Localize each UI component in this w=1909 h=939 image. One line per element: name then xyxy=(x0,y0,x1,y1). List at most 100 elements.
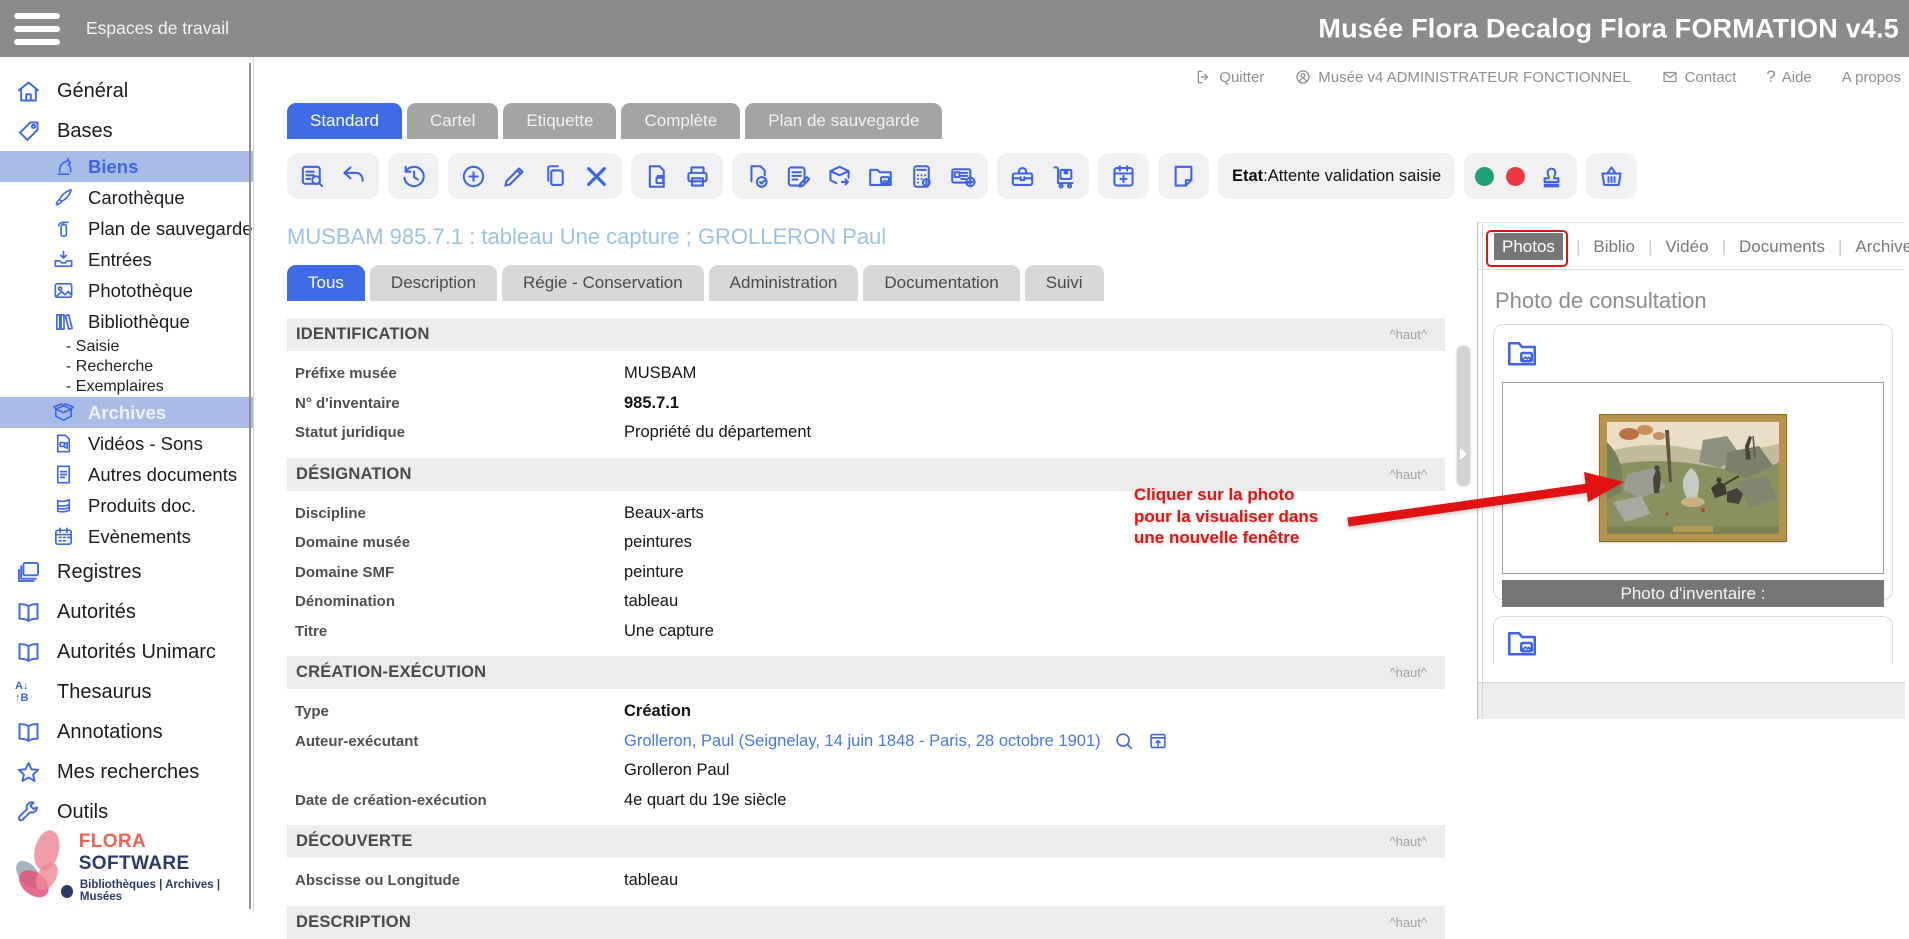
user-link-aide[interactable]: ?Aide xyxy=(1766,67,1812,87)
sidebar-item-exemplaires[interactable]: - Exemplaires xyxy=(0,377,253,397)
view-tab-standard[interactable]: Standard xyxy=(287,103,402,139)
workspace-label[interactable]: Espaces de travail xyxy=(86,18,229,39)
sidebar-item-recherche[interactable]: - Recherche xyxy=(0,357,253,377)
media-tab-documents[interactable]: Documents xyxy=(1739,237,1825,257)
folder-media-icon[interactable] xyxy=(866,162,895,191)
sidebar-item-entr-es[interactable]: Entrées xyxy=(0,244,253,275)
note-icon[interactable] xyxy=(1169,162,1198,191)
search-icon[interactable] xyxy=(1113,730,1135,752)
record-tab-administration[interactable]: Administration xyxy=(709,265,859,301)
sidebar-item-phototh-que[interactable]: Photothèque xyxy=(0,275,253,306)
list-edit-icon[interactable] xyxy=(784,162,813,191)
folder-image-icon[interactable] xyxy=(1504,625,1540,661)
section-identification: IDENTIFICATION^haut^Préfixe muséeMUSBAMN… xyxy=(287,318,1445,458)
sidebar-item-autres-documents[interactable]: Autres documents xyxy=(0,459,253,490)
sidebar-item-bases[interactable]: Bases xyxy=(0,111,253,151)
box-transfer-icon[interactable] xyxy=(825,162,854,191)
toolbar-group xyxy=(631,153,723,199)
record-tab-tous[interactable]: Tous xyxy=(287,265,365,301)
open-window-icon[interactable] xyxy=(1147,730,1169,752)
view-tab-etiquette[interactable]: Etiquette xyxy=(503,103,616,139)
edit-icon[interactable] xyxy=(500,162,529,191)
authority-link[interactable]: Grolleron, Paul (Seignelay, 14 juin 1848… xyxy=(624,732,1101,751)
record-search-icon[interactable] xyxy=(298,162,327,191)
view-tab-plan-de-sauvegarde[interactable]: Plan de sauvegarde xyxy=(745,103,942,139)
field-label: N° d'inventaire xyxy=(287,395,624,412)
file-print-icon[interactable] xyxy=(642,162,671,191)
sidebar-item-autorit-s-unimarc[interactable]: Autorités Unimarc xyxy=(0,632,253,672)
undo-icon[interactable] xyxy=(339,162,368,191)
view-tab-cartel[interactable]: Cartel xyxy=(407,103,498,139)
sidebar-item-autorit-s[interactable]: Autorités xyxy=(0,592,253,632)
sidebar-item-biens[interactable]: Biens xyxy=(0,151,253,182)
media-tab-photos[interactable]: Photos xyxy=(1494,233,1563,260)
card-add-icon[interactable] xyxy=(948,162,977,191)
sidebar-item-label: Autorités xyxy=(57,601,136,624)
back-to-top-link[interactable]: ^haut^ xyxy=(1389,915,1427,930)
sidebar-item-mes-recherches[interactable]: Mes recherches xyxy=(0,752,253,792)
sidebar-item-biblioth-que[interactable]: Bibliothèque xyxy=(0,306,253,337)
field-row: Statut juridiquePropriété du département xyxy=(287,418,1445,448)
add-record-icon[interactable] xyxy=(459,162,488,191)
sidebar-item-label: Registres xyxy=(57,561,141,584)
sidebar-item-ev-nements[interactable]: Evènements xyxy=(0,521,253,552)
media-tab-biblio[interactable]: Biblio xyxy=(1593,237,1635,257)
brand-name: FLORA SOFTWARE xyxy=(79,831,253,875)
calculator-icon[interactable] xyxy=(907,162,936,191)
field-value: Propriété du département xyxy=(624,423,811,442)
toolbar-group xyxy=(732,153,988,199)
sidebar-item-archives[interactable]: Archives xyxy=(0,397,253,428)
field-label: Date de création-exécution xyxy=(287,792,624,809)
media-tab-archives[interactable]: Archives xyxy=(1855,237,1909,257)
back-to-top-link[interactable]: ^haut^ xyxy=(1389,834,1427,849)
user-link-contact[interactable]: Contact xyxy=(1661,68,1737,86)
delete-icon[interactable] xyxy=(582,162,611,191)
sidebar-item-annotations[interactable]: Annotations xyxy=(0,712,253,752)
media-tab-vid-o[interactable]: Vidéo xyxy=(1665,237,1708,257)
section-fields: TypeCréationAuteur-exécutantGrolleron, P… xyxy=(287,689,1445,825)
back-to-top-link[interactable]: ^haut^ xyxy=(1389,327,1427,342)
sidebar-item-vid-os-sons[interactable]: Vidéos - Sons xyxy=(0,428,253,459)
green-dot[interactable] xyxy=(1475,167,1494,186)
sidebar-item-outils[interactable]: Outils xyxy=(0,792,253,832)
sidebar-item-saisie[interactable]: - Saisie xyxy=(0,337,253,357)
user-link-a[interactable]: A propos xyxy=(1842,69,1901,86)
sidebar-item-thesaurus[interactable]: A↓↑BThesaurus xyxy=(0,672,253,712)
menu-icon[interactable] xyxy=(14,13,60,45)
field-row: TypeCréation xyxy=(287,697,1445,727)
record-tab-r-gie-conservation[interactable]: Régie - Conservation xyxy=(502,265,704,301)
record-tab-description[interactable]: Description xyxy=(370,265,497,301)
sidebar-item-produits-doc[interactable]: Produits doc. xyxy=(0,490,253,521)
red-dot[interactable] xyxy=(1506,167,1525,186)
record-tab-documentation[interactable]: Documentation xyxy=(863,265,1019,301)
field-value: Grolleron, Paul (Seignelay, 14 juin 1848… xyxy=(624,730,1169,752)
back-to-top-link[interactable]: ^haut^ xyxy=(1389,665,1427,680)
field-value: peinture xyxy=(624,563,684,582)
flora-logo: FLORA SOFTWARE Bibliothèques | Archives … xyxy=(6,827,253,907)
sidebar-item-label: Evènements xyxy=(88,526,191,548)
panel-footer xyxy=(1478,682,1905,719)
copy-icon[interactable] xyxy=(541,162,570,191)
printer-icon[interactable] xyxy=(683,162,712,191)
basket-icon[interactable] xyxy=(1597,162,1626,191)
toolbar-group xyxy=(1098,153,1149,199)
sidebar-item-registres[interactable]: Registres xyxy=(0,552,253,592)
record-tab-suivi[interactable]: Suivi xyxy=(1025,265,1104,301)
view-tab-compl-te[interactable]: Complète xyxy=(621,103,740,139)
tab-separator: | xyxy=(1722,237,1726,257)
trolley-icon[interactable] xyxy=(1049,162,1078,191)
calendar-add-icon[interactable] xyxy=(1109,162,1138,191)
section-header: DÉCOUVERTE^haut^ xyxy=(287,825,1445,858)
field-value-text: Propriété du département xyxy=(624,423,811,442)
folder-image-icon[interactable] xyxy=(1504,335,1540,371)
toolbox-icon[interactable] xyxy=(1008,162,1037,191)
stamp-icon[interactable] xyxy=(1537,162,1566,191)
sidebar-item-plan-de-sauvegarde[interactable]: Plan de sauvegarde xyxy=(0,213,253,244)
sidebar-item-g-n-ral[interactable]: Général xyxy=(0,71,253,111)
toolbar-group xyxy=(1158,153,1209,199)
history-icon[interactable] xyxy=(399,162,428,191)
view-tabs: StandardCartelEtiquetteComplètePlan de s… xyxy=(287,103,1456,139)
sidebar-item-caroth-que[interactable]: Carothèque xyxy=(0,182,253,213)
file-attachment-icon[interactable] xyxy=(743,162,772,191)
field-value: Beaux-arts xyxy=(624,504,704,523)
